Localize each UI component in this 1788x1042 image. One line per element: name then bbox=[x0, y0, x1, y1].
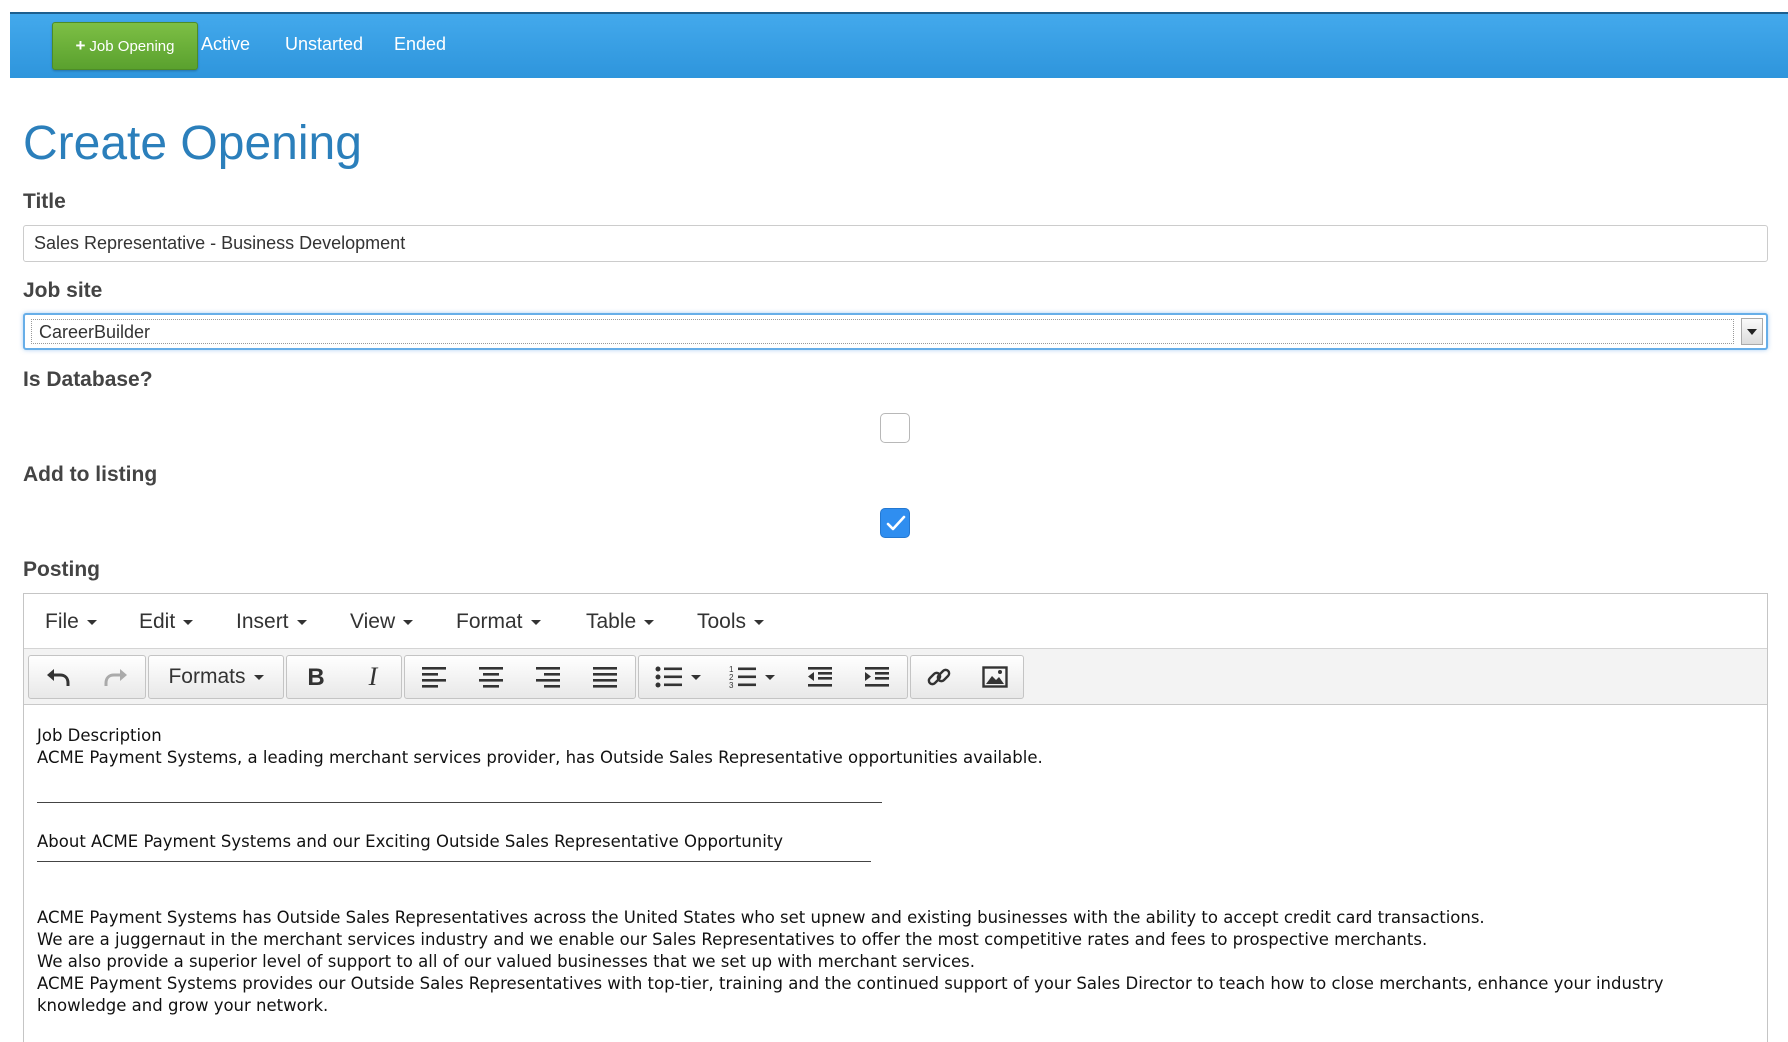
posting-editor: File Edit Insert View Format Table Tools bbox=[23, 593, 1768, 1042]
job-site-label: Job site bbox=[23, 279, 103, 302]
svg-text:B: B bbox=[307, 665, 324, 689]
is-database-checkbox[interactable] bbox=[880, 413, 910, 443]
menu-format[interactable]: Format bbox=[456, 610, 541, 634]
chevron-down-icon[interactable] bbox=[1741, 318, 1763, 345]
new-job-opening-button[interactable]: + Job Opening bbox=[52, 22, 198, 70]
new-job-opening-label: Job Opening bbox=[89, 37, 175, 55]
caret-down-icon bbox=[754, 619, 765, 625]
editor-menubar: File Edit Insert View Format Table Tools bbox=[24, 594, 1767, 649]
job-site-selected-value: CareerBuilder bbox=[31, 319, 1734, 344]
formats-dropdown[interactable]: Formats bbox=[148, 655, 284, 699]
caret-down-icon bbox=[691, 674, 701, 680]
content-heading: Job Description bbox=[37, 726, 162, 745]
outdent-button[interactable] bbox=[791, 656, 848, 698]
content-intro: ACME Payment Systems, a leading merchant… bbox=[37, 748, 1043, 767]
bullet-list-button[interactable] bbox=[643, 656, 713, 698]
content-paragraph-3: We also provide a superior level of supp… bbox=[37, 952, 976, 971]
bold-icon: B bbox=[307, 665, 324, 689]
menu-tools[interactable]: Tools bbox=[697, 610, 765, 634]
menu-edit[interactable]: Edit bbox=[139, 610, 194, 634]
align-justify-button[interactable] bbox=[576, 656, 633, 698]
caret-down-icon bbox=[530, 619, 541, 625]
horizontal-rule bbox=[37, 802, 882, 803]
posting-label: Posting bbox=[23, 558, 100, 581]
add-to-listing-checkbox[interactable] bbox=[880, 508, 910, 538]
caret-down-icon bbox=[183, 619, 194, 625]
top-nav-bar: + Job Opening Active Unstarted Ended bbox=[10, 12, 1788, 78]
content-about: About ACME Payment Systems and our Excit… bbox=[37, 832, 784, 851]
editor-content[interactable]: Job Description ACME Payment Systems, a … bbox=[37, 725, 1757, 1017]
insert-link-button[interactable] bbox=[911, 656, 967, 698]
nav-link-active[interactable]: Active bbox=[201, 34, 250, 55]
numbered-list-button[interactable]: 1 2 3 bbox=[717, 656, 787, 698]
bold-button[interactable]: B bbox=[287, 656, 344, 698]
checkmark-icon bbox=[886, 515, 906, 531]
italic-icon: I bbox=[367, 665, 378, 689]
content-paragraph-1: ACME Payment Systems has Outside Sales R… bbox=[37, 908, 1485, 927]
formats-button[interactable]: Formats bbox=[149, 656, 283, 698]
add-to-listing-label: Add to listing bbox=[23, 463, 158, 486]
is-database-label: Is Database? bbox=[23, 368, 153, 391]
numbered-list-icon: 1 2 3 bbox=[729, 665, 756, 689]
insert-group bbox=[910, 655, 1024, 699]
caret-down-icon bbox=[403, 619, 414, 625]
align-justify-icon bbox=[592, 667, 617, 688]
nav-link-ended[interactable]: Ended bbox=[394, 34, 446, 55]
link-icon bbox=[927, 668, 951, 686]
align-right-icon bbox=[535, 667, 560, 688]
menu-insert-label: Insert bbox=[236, 610, 289, 633]
outdent-icon bbox=[807, 667, 832, 687]
list-group: 1 2 3 bbox=[638, 655, 908, 699]
title-label: Title bbox=[23, 190, 66, 213]
svg-text:I: I bbox=[367, 665, 378, 689]
menu-insert[interactable]: Insert bbox=[236, 610, 307, 634]
undo-icon bbox=[47, 669, 70, 686]
caret-down-icon bbox=[86, 619, 97, 625]
caret-down-icon bbox=[253, 674, 264, 680]
menu-view[interactable]: View bbox=[350, 610, 414, 634]
align-left-button[interactable] bbox=[405, 656, 462, 698]
image-icon bbox=[982, 666, 1008, 688]
undo-button[interactable] bbox=[29, 656, 87, 698]
indent-icon bbox=[864, 667, 889, 687]
insert-image-button[interactable] bbox=[967, 656, 1023, 698]
menu-format-label: Format bbox=[456, 610, 523, 633]
menu-file-label: File bbox=[45, 610, 79, 633]
align-center-icon bbox=[478, 667, 503, 688]
job-site-select[interactable]: CareerBuilder bbox=[23, 313, 1768, 350]
redo-button[interactable] bbox=[87, 656, 145, 698]
indent-button[interactable] bbox=[848, 656, 905, 698]
menu-file[interactable]: File bbox=[45, 610, 97, 634]
nav-link-unstarted[interactable]: Unstarted bbox=[285, 34, 363, 55]
alignment-group bbox=[404, 655, 636, 699]
align-right-button[interactable] bbox=[519, 656, 576, 698]
content-paragraph-4: ACME Payment Systems provides our Outsid… bbox=[37, 974, 1664, 1015]
menu-table-label: Table bbox=[586, 610, 637, 633]
caret-down-icon bbox=[644, 619, 655, 625]
menu-view-label: View bbox=[350, 610, 396, 633]
redo-icon bbox=[104, 669, 127, 686]
text-style-group: B I bbox=[286, 655, 402, 699]
formats-label: Formats bbox=[168, 665, 246, 688]
bullet-list-icon bbox=[655, 666, 682, 688]
history-group bbox=[28, 655, 146, 699]
italic-button[interactable]: I bbox=[344, 656, 401, 698]
caret-down-icon bbox=[296, 619, 307, 625]
plus-icon: + bbox=[75, 36, 86, 55]
menu-table[interactable]: Table bbox=[586, 610, 655, 634]
caret-down-icon bbox=[765, 674, 775, 680]
svg-text:3: 3 bbox=[729, 681, 734, 689]
align-left-icon bbox=[421, 667, 446, 688]
align-center-button[interactable] bbox=[462, 656, 519, 698]
title-input[interactable] bbox=[23, 225, 1768, 262]
page-title: Create Opening bbox=[23, 117, 362, 170]
editor-toolbar: Formats B I 1 2 3 bbox=[24, 649, 1767, 705]
menu-edit-label: Edit bbox=[139, 610, 176, 633]
menu-tools-label: Tools bbox=[697, 610, 747, 633]
content-paragraph-2: We are a juggernaut in the merchant serv… bbox=[37, 930, 1428, 949]
create-opening-page: + Job Opening Active Unstarted Ended Cre… bbox=[0, 0, 1788, 1042]
horizontal-rule bbox=[37, 861, 871, 862]
